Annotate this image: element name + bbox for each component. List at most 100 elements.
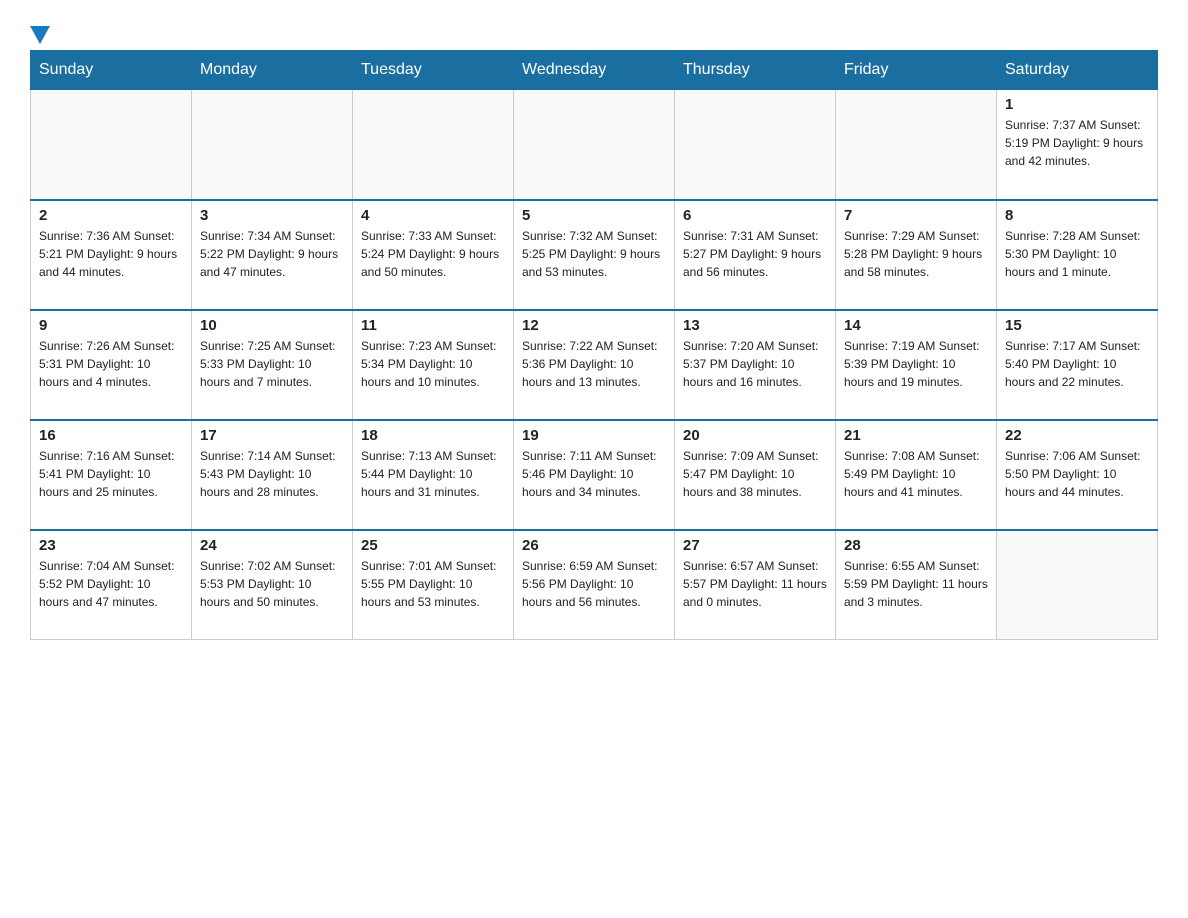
calendar-week-row: 16Sunrise: 7:16 AM Sunset: 5:41 PM Dayli… (31, 420, 1158, 530)
day-number: 7 (844, 207, 988, 224)
day-info: Sunrise: 7:37 AM Sunset: 5:19 PM Dayligh… (1005, 116, 1149, 170)
day-number: 28 (844, 537, 988, 554)
calendar-cell: 6 Sunrise: 7:31 AM Sunset: 5:27 PM Daylig… (675, 200, 836, 310)
day-info: Sunrise: 7:16 AM Sunset: 5:41 PM Dayligh… (39, 447, 183, 501)
calendar-cell: 15 Sunrise: 7:17 AM Sunset: 5:40 PM Dayli… (997, 310, 1158, 420)
day-number: 3 (200, 207, 344, 224)
day-number: 6 (683, 207, 827, 224)
calendar-cell (31, 90, 192, 200)
day-info: Sunrise: 7:08 AM Sunset: 5:49 PM Dayligh… (844, 447, 988, 501)
calendar-cell: 25 Sunrise: 7:01 AM Sunset: 5:55 PM Dayli… (353, 530, 514, 640)
day-info: Sunrise: 7:32 AM Sunset: 5:25 PM Dayligh… (522, 227, 666, 281)
day-info: Sunrise: 7:28 AM Sunset: 5:30 PM Dayligh… (1005, 227, 1149, 281)
day-info: Sunrise: 7:17 AM Sunset: 5:40 PM Dayligh… (1005, 337, 1149, 391)
day-number: 18 (361, 427, 505, 444)
day-info: Sunrise: 7:13 AM Sunset: 5:44 PM Dayligh… (361, 447, 505, 501)
calendar-cell (514, 90, 675, 200)
day-number: 11 (361, 317, 505, 334)
calendar-week-row: 2 Sunrise: 7:36 AM Sunset: 5:21 PM Daylig… (31, 200, 1158, 310)
day-number: 13 (683, 317, 827, 334)
day-number: 12 (522, 317, 666, 334)
calendar-cell: 8 Sunrise: 7:28 AM Sunset: 5:30 PM Daylig… (997, 200, 1158, 310)
calendar-cell: 11 Sunrise: 7:23 AM Sunset: 5:34 PM Dayli… (353, 310, 514, 420)
calendar-table: SundayMondayTuesdayWednesdayThursdayFrid… (30, 50, 1158, 640)
day-header-friday: Friday (836, 51, 997, 90)
calendar-cell: 27 Sunrise: 6:57 AM Sunset: 5:57 PM Dayli… (675, 530, 836, 640)
day-number: 22 (1005, 427, 1149, 444)
day-number: 15 (1005, 317, 1149, 334)
day-number: 25 (361, 537, 505, 554)
calendar-cell: 1 Sunrise: 7:37 AM Sunset: 5:19 PM Daylig… (997, 90, 1158, 200)
day-info: Sunrise: 7:22 AM Sunset: 5:36 PM Dayligh… (522, 337, 666, 391)
day-number: 10 (200, 317, 344, 334)
day-info: Sunrise: 7:31 AM Sunset: 5:27 PM Dayligh… (683, 227, 827, 281)
day-number: 20 (683, 427, 827, 444)
day-number: 1 (1005, 96, 1149, 113)
calendar-cell: 17 Sunrise: 7:14 AM Sunset: 5:43 PM Dayli… (192, 420, 353, 530)
logo (30, 20, 50, 40)
day-number: 26 (522, 537, 666, 554)
calendar-cell: 16Sunrise: 7:16 AM Sunset: 5:41 PM Dayli… (31, 420, 192, 530)
day-info: Sunrise: 7:34 AM Sunset: 5:22 PM Dayligh… (200, 227, 344, 281)
day-info: Sunrise: 7:33 AM Sunset: 5:24 PM Dayligh… (361, 227, 505, 281)
day-info: Sunrise: 6:59 AM Sunset: 5:56 PM Dayligh… (522, 557, 666, 611)
day-info: Sunrise: 6:55 AM Sunset: 5:59 PM Dayligh… (844, 557, 988, 611)
day-number: 24 (200, 537, 344, 554)
day-info: Sunrise: 7:04 AM Sunset: 5:52 PM Dayligh… (39, 557, 183, 611)
day-info: Sunrise: 7:14 AM Sunset: 5:43 PM Dayligh… (200, 447, 344, 501)
day-number: 14 (844, 317, 988, 334)
day-header-saturday: Saturday (997, 51, 1158, 90)
day-number: 19 (522, 427, 666, 444)
day-number: 8 (1005, 207, 1149, 224)
day-number: 17 (200, 427, 344, 444)
day-number: 4 (361, 207, 505, 224)
calendar-cell (675, 90, 836, 200)
calendar-cell: 3 Sunrise: 7:34 AM Sunset: 5:22 PM Daylig… (192, 200, 353, 310)
day-number: 27 (683, 537, 827, 554)
logo-triangle-icon (30, 26, 50, 44)
day-info: Sunrise: 7:23 AM Sunset: 5:34 PM Dayligh… (361, 337, 505, 391)
day-info: Sunrise: 7:29 AM Sunset: 5:28 PM Dayligh… (844, 227, 988, 281)
day-number: 5 (522, 207, 666, 224)
day-info: Sunrise: 7:36 AM Sunset: 5:21 PM Dayligh… (39, 227, 183, 281)
calendar-cell: 10 Sunrise: 7:25 AM Sunset: 5:33 PM Dayli… (192, 310, 353, 420)
day-header-tuesday: Tuesday (353, 51, 514, 90)
calendar-cell: 13 Sunrise: 7:20 AM Sunset: 5:37 PM Dayli… (675, 310, 836, 420)
day-info: Sunrise: 7:02 AM Sunset: 5:53 PM Dayligh… (200, 557, 344, 611)
day-header-sunday: Sunday (31, 51, 192, 90)
day-number: 9 (39, 317, 183, 334)
day-info: Sunrise: 7:11 AM Sunset: 5:46 PM Dayligh… (522, 447, 666, 501)
calendar-cell: 24 Sunrise: 7:02 AM Sunset: 5:53 PM Dayli… (192, 530, 353, 640)
day-info: Sunrise: 7:06 AM Sunset: 5:50 PM Dayligh… (1005, 447, 1149, 501)
calendar-cell: 5 Sunrise: 7:32 AM Sunset: 5:25 PM Daylig… (514, 200, 675, 310)
calendar-cell: 28 Sunrise: 6:55 AM Sunset: 5:59 PM Dayli… (836, 530, 997, 640)
day-number: 21 (844, 427, 988, 444)
page-header (30, 20, 1158, 40)
day-number: 2 (39, 207, 183, 224)
calendar-cell: 26 Sunrise: 6:59 AM Sunset: 5:56 PM Dayli… (514, 530, 675, 640)
day-info: Sunrise: 6:57 AM Sunset: 5:57 PM Dayligh… (683, 557, 827, 611)
day-info: Sunrise: 7:19 AM Sunset: 5:39 PM Dayligh… (844, 337, 988, 391)
calendar-cell (997, 530, 1158, 640)
calendar-cell (353, 90, 514, 200)
day-header-wednesday: Wednesday (514, 51, 675, 90)
day-info: Sunrise: 7:20 AM Sunset: 5:37 PM Dayligh… (683, 337, 827, 391)
days-header-row: SundayMondayTuesdayWednesdayThursdayFrid… (31, 51, 1158, 90)
calendar-cell: 21 Sunrise: 7:08 AM Sunset: 5:49 PM Dayli… (836, 420, 997, 530)
calendar-cell: 2 Sunrise: 7:36 AM Sunset: 5:21 PM Daylig… (31, 200, 192, 310)
calendar-cell: 20Sunrise: 7:09 AM Sunset: 5:47 PM Dayli… (675, 420, 836, 530)
calendar-cell: 14 Sunrise: 7:19 AM Sunset: 5:39 PM Dayli… (836, 310, 997, 420)
calendar-week-row: 1 Sunrise: 7:37 AM Sunset: 5:19 PM Daylig… (31, 90, 1158, 200)
day-header-monday: Monday (192, 51, 353, 90)
calendar-week-row: 9Sunrise: 7:26 AM Sunset: 5:31 PM Daylig… (31, 310, 1158, 420)
calendar-cell: 19 Sunrise: 7:11 AM Sunset: 5:46 PM Dayli… (514, 420, 675, 530)
day-header-thursday: Thursday (675, 51, 836, 90)
day-info: Sunrise: 7:25 AM Sunset: 5:33 PM Dayligh… (200, 337, 344, 391)
day-number: 23 (39, 537, 183, 554)
day-info: Sunrise: 7:01 AM Sunset: 5:55 PM Dayligh… (361, 557, 505, 611)
calendar-week-row: 23 Sunrise: 7:04 AM Sunset: 5:52 PM Dayli… (31, 530, 1158, 640)
calendar-cell: 18 Sunrise: 7:13 AM Sunset: 5:44 PM Dayli… (353, 420, 514, 530)
calendar-cell (192, 90, 353, 200)
calendar-cell: 22 Sunrise: 7:06 AM Sunset: 5:50 PM Dayli… (997, 420, 1158, 530)
calendar-cell (836, 90, 997, 200)
